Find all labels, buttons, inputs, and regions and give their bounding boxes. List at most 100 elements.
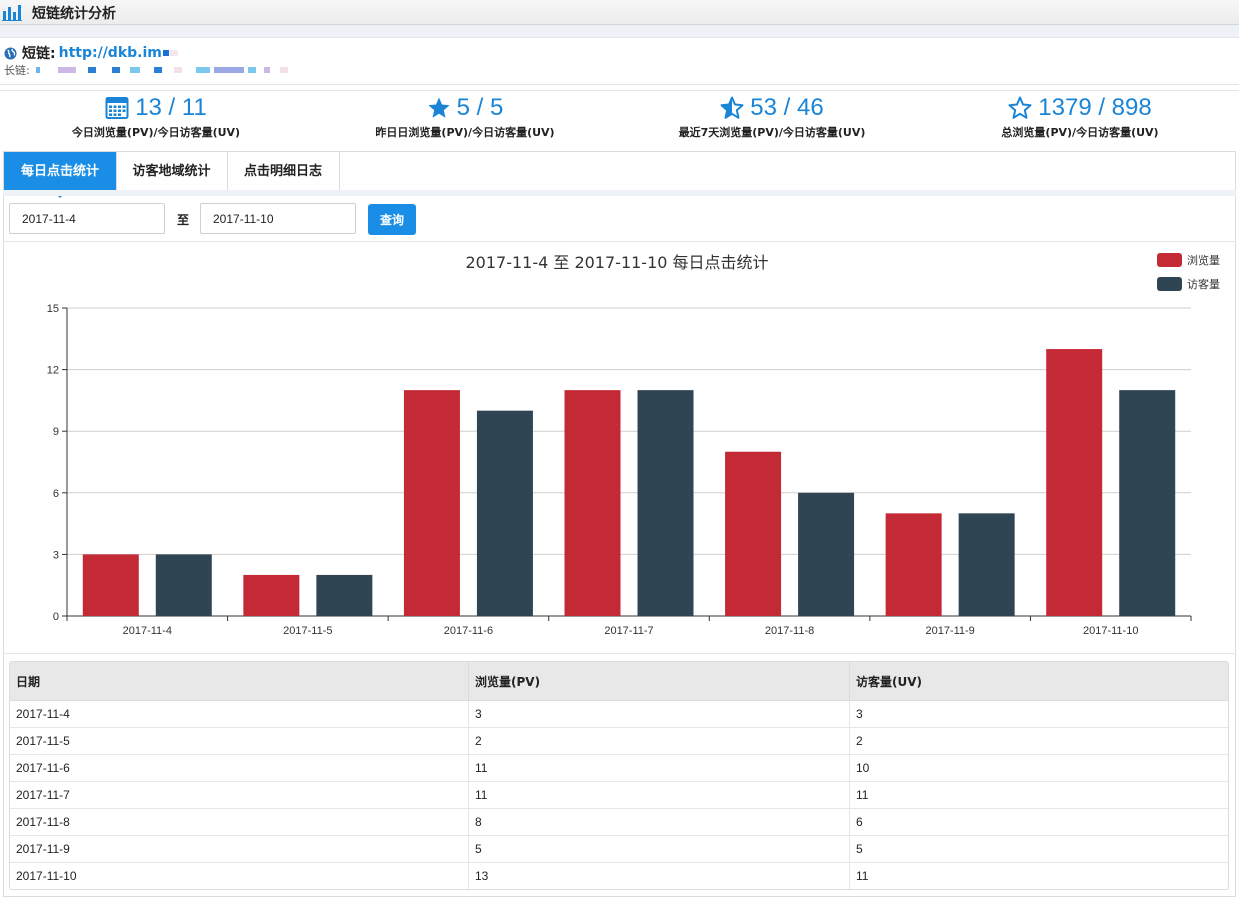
- stat-value: 53 / 46: [750, 94, 824, 121]
- to-label: 至: [177, 213, 190, 227]
- long-link-redacted: [35, 67, 292, 73]
- stats-bar: 13 / 11 今日浏览量(PV)/今日访客量(UV) 5 / 5 昨日日浏览量…: [0, 93, 1239, 143]
- star-filled-icon: [428, 97, 450, 118]
- bar-pv: [885, 513, 942, 616]
- bar-uv: [1119, 390, 1176, 616]
- tab-click-log[interactable]: 点击明细日志: [227, 152, 340, 191]
- stat-label: 总浏览量(PV)/今日访客量(UV): [1001, 126, 1159, 139]
- bar-uv: [316, 574, 373, 616]
- x-tick-label: 2017-11-4: [123, 625, 172, 637]
- y-tick-label: 9: [53, 426, 59, 438]
- stat-label: 最近7天浏览量(PV)/今日访客量(UV): [678, 126, 866, 139]
- y-tick-label: 15: [47, 303, 59, 315]
- stat-value: 1379 / 898: [1038, 94, 1152, 121]
- cell-uv: 3: [849, 700, 1228, 728]
- stat-total: 1379 / 898 总浏览量(PV)/今日访客量(UV): [940, 93, 1220, 140]
- redacted-mask: [169, 50, 178, 56]
- cell-pv: 8: [468, 808, 850, 836]
- divider: [0, 90, 1239, 91]
- column-header-date: 日期: [10, 662, 469, 701]
- x-tick-label: 2017-11-7: [604, 625, 653, 637]
- cell-uv: 6: [849, 808, 1228, 836]
- table-row: 2017-11-5 2 2: [10, 727, 1228, 755]
- cell-date: 2017-11-9: [10, 835, 469, 863]
- calendar-icon: [105, 97, 129, 119]
- bar-pv: [82, 554, 139, 616]
- cell-date: 2017-11-7: [10, 781, 469, 809]
- bar-uv: [476, 410, 533, 616]
- link-info: 短链: http://dkb.im 长链:: [4, 44, 292, 77]
- query-button[interactable]: 查询: [368, 204, 416, 235]
- x-tick-label: 2017-11-9: [925, 625, 974, 637]
- end-date-input[interactable]: [200, 203, 356, 234]
- bar-pv: [403, 390, 460, 616]
- page-title: 短链统计分析: [32, 6, 116, 22]
- y-tick-label: 3: [53, 549, 59, 561]
- stats-table: 日期 浏览量(PV) 访客量(UV) 2017-11-4 3 3 2017-11-5…: [9, 661, 1229, 890]
- stat-today: 13 / 11 今日浏览量(PV)/今日访客量(UV): [16, 93, 296, 140]
- table-row: 2017-11-7 11 11: [10, 781, 1228, 809]
- column-header-uv: 访客量(UV): [849, 662, 1228, 701]
- table-header-row: 日期 浏览量(PV) 访客量(UV): [10, 662, 1228, 701]
- tab-visitor-region[interactable]: 访客地域统计: [116, 152, 228, 191]
- column-header-pv: 浏览量(PV): [468, 662, 850, 701]
- bar-uv: [637, 390, 694, 616]
- short-link-url[interactable]: http://dkb.im: [59, 45, 162, 61]
- stat-label: 今日浏览量(PV)/今日访客量(UV): [71, 126, 241, 139]
- stat-value: 5 / 5: [456, 94, 504, 121]
- cell-pv: 2: [468, 727, 850, 755]
- stat-last-7-days: 53 / 46 最近7天浏览量(PV)/今日访客量(UV): [632, 93, 912, 140]
- cell-date: 2017-11-4: [10, 700, 469, 728]
- start-date-input[interactable]: [9, 203, 165, 234]
- star-outline-icon: [1008, 96, 1032, 119]
- bar-pv: [243, 574, 300, 616]
- y-tick-label: 12: [47, 365, 59, 377]
- cell-uv: 11: [849, 781, 1228, 809]
- cell-date: 2017-11-5: [10, 727, 469, 755]
- cell-date: 2017-11-6: [10, 754, 469, 782]
- globe-icon: [4, 46, 17, 60]
- stat-label: 昨日日浏览量(PV)/今日访客量(UV): [375, 126, 555, 139]
- divider: [0, 84, 1239, 85]
- chart-title: 2017-11-4 至 2017-11-10 每日点击统计: [465, 253, 768, 272]
- cell-pv: 11: [468, 781, 850, 809]
- legend-swatch: [1157, 253, 1182, 267]
- cell-uv: 11: [849, 862, 1228, 889]
- table-row: 2017-11-4 3 3: [10, 700, 1228, 728]
- x-tick-label: 2017-11-6: [444, 625, 493, 637]
- long-link-label: 长链:: [4, 64, 30, 77]
- redacted-mask: [162, 50, 169, 56]
- cell-uv: 5: [849, 835, 1228, 863]
- tab-daily-clicks[interactable]: 每日点击统计: [4, 152, 117, 198]
- cell-uv: 10: [849, 754, 1228, 782]
- bar-uv: [958, 513, 1015, 616]
- table-row: 2017-11-9 5 5: [10, 835, 1228, 863]
- divider: [3, 653, 1234, 654]
- cell-pv: 3: [468, 700, 850, 728]
- y-tick-label: 6: [53, 488, 59, 500]
- cell-date: 2017-11-8: [10, 808, 469, 836]
- title-bar: 短链统计分析: [0, 0, 1239, 25]
- cell-pv: 5: [468, 835, 850, 863]
- cell-date: 2017-11-10: [10, 862, 469, 889]
- bar-pv: [564, 390, 621, 616]
- bar-pv: [725, 451, 782, 616]
- table-row: 2017-11-8 8 6: [10, 808, 1228, 836]
- cell-uv: 2: [849, 727, 1228, 755]
- tab-bar: 每日点击统计 访客地域统计 点击明细日志: [3, 151, 1236, 198]
- x-tick-label: 2017-11-10: [1083, 625, 1138, 637]
- bar-chart-icon: [2, 5, 22, 21]
- x-tick-label: 2017-11-8: [765, 625, 814, 637]
- star-half-icon: [720, 96, 744, 119]
- legend-label: 访客量: [1187, 277, 1220, 291]
- bar-uv: [798, 492, 855, 616]
- bar-pv: [1046, 349, 1103, 616]
- title-subbar: [0, 25, 1239, 38]
- daily-click-chart: 2017-11-4 至 2017-11-10 每日点击统计 0 3 6 9 12 15 201…: [47, 253, 1220, 637]
- short-link-label: 短链:: [22, 46, 56, 62]
- x-tick-label: 2017-11-5: [283, 625, 332, 637]
- y-tick-label: 0: [53, 611, 59, 623]
- legend-label: 浏览量: [1187, 253, 1220, 267]
- bar-uv: [155, 554, 212, 616]
- table-row: 2017-11-6 11 10: [10, 754, 1228, 782]
